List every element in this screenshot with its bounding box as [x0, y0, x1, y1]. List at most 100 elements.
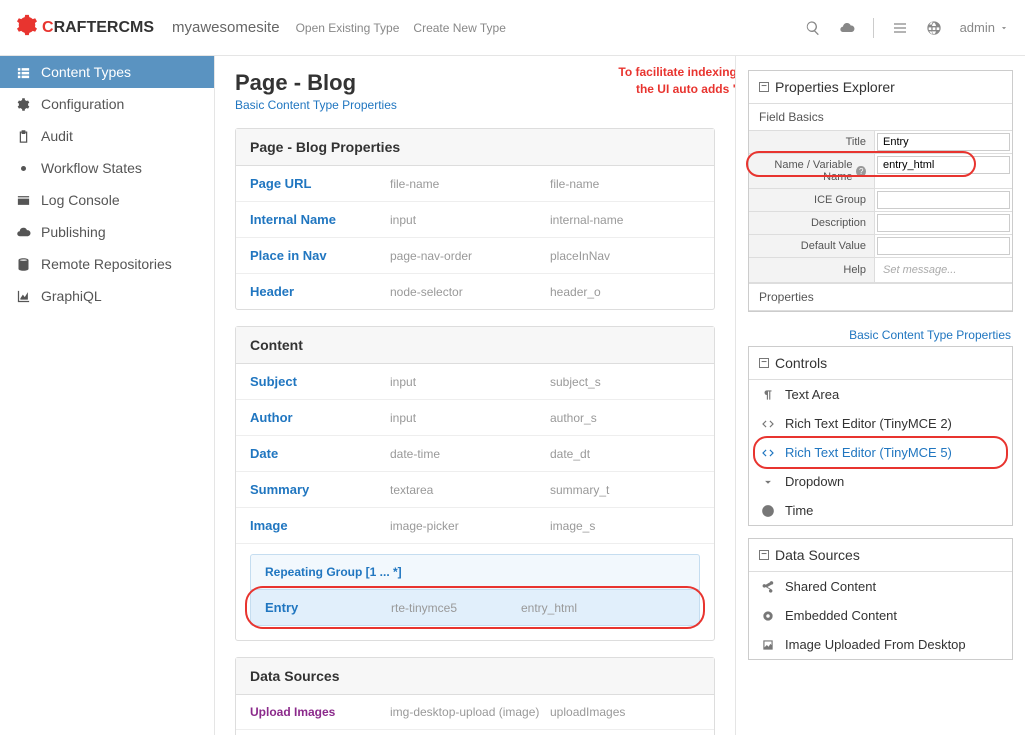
separator [873, 18, 874, 38]
section-properties: Page - Blog Properties Page URLfile-name… [235, 128, 715, 310]
right-column: −Properties Explorer Field Basics Title … [735, 56, 1025, 735]
sidebar-item-label: Configuration [41, 96, 124, 112]
prop-row-ice: ICE Group [749, 189, 1012, 212]
admin-menu[interactable]: admin [960, 20, 1009, 35]
field-row[interactable]: Summarytextareasummary_t [236, 472, 714, 508]
sidebar-item-label: Workflow States [41, 160, 142, 176]
sidebar-item-label: Remote Repositories [41, 256, 172, 272]
ds-embedded-content[interactable]: Embedded Content [749, 601, 1012, 630]
code-icon [761, 446, 775, 460]
top-bar: CRAFTERCMS myawesomesite Open Existing T… [0, 0, 1025, 56]
gear-icon [16, 97, 31, 112]
default-input[interactable] [877, 237, 1010, 255]
control-dropdown[interactable]: Dropdown [749, 467, 1012, 496]
sidebar-item-log-console[interactable]: Log Console [0, 184, 214, 216]
field-row[interactable]: Authorinputauthor_s [236, 400, 714, 436]
field-row[interactable]: Datedate-timedate_dt [236, 436, 714, 472]
section-header: Content [236, 327, 714, 364]
site-name: myawesomesite [172, 19, 280, 36]
sidebar-item-graphiql[interactable]: GraphiQL [0, 280, 214, 312]
field-row[interactable]: Headernode-selectorheader_o [236, 274, 714, 309]
collapse-icon: − [759, 550, 769, 560]
prop-row-default: Default Value [749, 235, 1012, 258]
layout: Content Types Configuration Audit Workfl… [0, 56, 1025, 735]
prop-row-varname: Name / Variable Name? [749, 154, 1012, 189]
help-icon[interactable]: ? [856, 166, 866, 177]
ds-shared-content[interactable]: Shared Content [749, 572, 1012, 601]
field-row[interactable]: Internal Nameinputinternal-name [236, 202, 714, 238]
logo-c: C [42, 19, 54, 36]
globe-icon[interactable] [926, 20, 942, 36]
top-links: Open Existing Type Create New Type [296, 21, 506, 35]
ds-image-desktop[interactable]: Image Uploaded From Desktop [749, 630, 1012, 659]
panel-header[interactable]: −Controls [749, 347, 1012, 380]
menu-icon[interactable] [892, 20, 908, 36]
search-icon[interactable] [805, 20, 821, 36]
main: Page - Blog Basic Content Type Propertie… [215, 56, 735, 735]
panel-subheader: Field Basics [749, 104, 1012, 131]
field-row[interactable]: Imageimage-pickerimage_s [236, 508, 714, 544]
list-icon [16, 65, 31, 80]
basic-properties-link[interactable]: Basic Content Type Properties [748, 324, 1013, 346]
clipboard-icon [16, 129, 31, 144]
panel-header[interactable]: −Properties Explorer [749, 71, 1012, 104]
sidebar-item-label: Log Console [41, 192, 120, 208]
section-header: Data Sources [236, 658, 714, 695]
ds-row[interactable]: Upload Imagesimg-desktop-upload (image)u… [236, 695, 714, 730]
repeating-group-header[interactable]: Repeating Group [1 ... *] [251, 555, 699, 589]
gear-icon [16, 161, 31, 176]
sidebar-item-label: Publishing [41, 224, 106, 240]
page-subtitle[interactable]: Basic Content Type Properties [235, 98, 715, 112]
title-input[interactable] [877, 133, 1010, 151]
controls-panel: −Controls Text Area Rich Text Editor (Ti… [748, 346, 1013, 526]
cloud-icon[interactable] [839, 20, 855, 36]
help-placeholder[interactable]: Set message... [877, 260, 1010, 280]
cloud-icon [16, 225, 31, 240]
varname-input[interactable] [877, 156, 1010, 174]
gear-icon [16, 14, 38, 42]
panel-header[interactable]: −Data Sources [749, 539, 1012, 572]
sidebar: Content Types Configuration Audit Workfl… [0, 56, 215, 735]
section-content: Content Subjectinputsubject_s Authorinpu… [235, 326, 715, 641]
dot-circle-icon [761, 609, 775, 623]
logo: CRAFTERCMS [16, 14, 154, 42]
repeating-group: Repeating Group [1 ... *] Entry rte-tiny… [250, 554, 700, 626]
sidebar-item-content-types[interactable]: Content Types [0, 56, 214, 88]
ds-row[interactable]: Existing Imagesimg-repository-upload (im… [236, 730, 714, 735]
sidebar-item-configuration[interactable]: Configuration [0, 88, 214, 120]
share-icon [761, 580, 775, 594]
control-text-area[interactable]: Text Area [749, 380, 1012, 409]
image-icon [761, 638, 775, 652]
collapse-icon: − [759, 82, 769, 92]
create-new-type-link[interactable]: Create New Type [413, 21, 506, 35]
desc-input[interactable] [877, 214, 1010, 232]
open-existing-type-link[interactable]: Open Existing Type [296, 21, 400, 35]
section-datasources: Data Sources Upload Imagesimg-desktop-up… [235, 657, 715, 735]
ice-input[interactable] [877, 191, 1010, 209]
sidebar-item-audit[interactable]: Audit [0, 120, 214, 152]
prop-row-help: HelpSet message... [749, 258, 1012, 283]
field-row[interactable]: Page URLfile-namefile-name [236, 166, 714, 202]
annotation-text: To facilitate indexing to the search eng… [615, 64, 735, 98]
field-row[interactable]: Place in Navpage-nav-orderplaceInNav [236, 238, 714, 274]
field-row[interactable]: Subjectinputsubject_s [236, 364, 714, 400]
sidebar-item-workflow[interactable]: Workflow States [0, 152, 214, 184]
collapse-icon: − [759, 358, 769, 368]
database-icon [16, 257, 31, 272]
caret-down-icon [761, 475, 775, 489]
sidebar-item-remote-repos[interactable]: Remote Repositories [0, 248, 214, 280]
sidebar-item-publishing[interactable]: Publishing [0, 216, 214, 248]
control-rte-tinymce5[interactable]: Rich Text Editor (TinyMCE 5) [749, 438, 1012, 467]
sidebar-item-label: GraphiQL [41, 288, 102, 304]
panel-subheader: Properties [749, 283, 1012, 311]
control-time[interactable]: Time [749, 496, 1012, 525]
terminal-icon [16, 193, 31, 208]
sidebar-item-label: Audit [41, 128, 73, 144]
prop-row-title: Title [749, 131, 1012, 154]
sidebar-item-label: Content Types [41, 64, 131, 80]
top-right: admin [805, 18, 1009, 38]
datasources-panel: −Data Sources Shared Content Embedded Co… [748, 538, 1013, 660]
control-rte-tinymce2[interactable]: Rich Text Editor (TinyMCE 2) [749, 409, 1012, 438]
clock-icon [761, 504, 775, 518]
repeating-entry-row[interactable]: Entry rte-tinymce5 entry_html [251, 589, 699, 625]
